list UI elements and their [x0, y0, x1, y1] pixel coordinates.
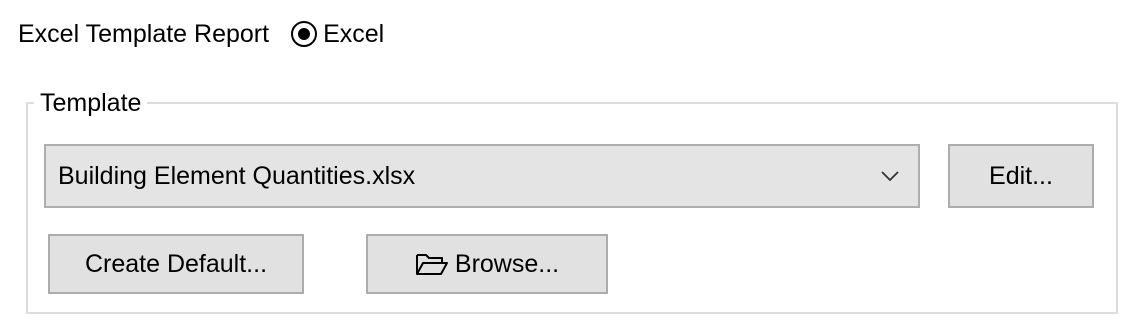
- browse-button[interactable]: Browse...: [366, 234, 608, 294]
- browse-button-label: Browse...: [454, 249, 560, 278]
- folder-open-icon: [415, 251, 449, 277]
- report-type-row: Excel Template Report Excel: [18, 14, 384, 54]
- report-type-label: Excel Template Report: [18, 19, 270, 48]
- edit-button-label: Edit...: [989, 161, 1053, 190]
- chevron-down-icon[interactable]: [862, 170, 918, 182]
- radio-dot: [298, 28, 311, 40]
- excel-radio-button[interactable]: Excel: [291, 20, 384, 49]
- create-default-button-label: Create Default...: [84, 249, 268, 278]
- excel-radio-label[interactable]: Excel: [323, 20, 384, 49]
- template-group-title: Template: [34, 88, 148, 118]
- template-dropdown-value: Building Element Quantities.xlsx: [58, 161, 416, 190]
- edit-button[interactable]: Edit...: [948, 144, 1094, 208]
- radio-selected-icon[interactable]: [291, 21, 318, 47]
- template-dropdown[interactable]: Building Element Quantities.xlsx: [44, 144, 920, 208]
- excel-template-report-panel: Excel Template Report Excel Template Bui…: [0, 0, 1140, 329]
- create-default-button[interactable]: Create Default...: [48, 234, 304, 294]
